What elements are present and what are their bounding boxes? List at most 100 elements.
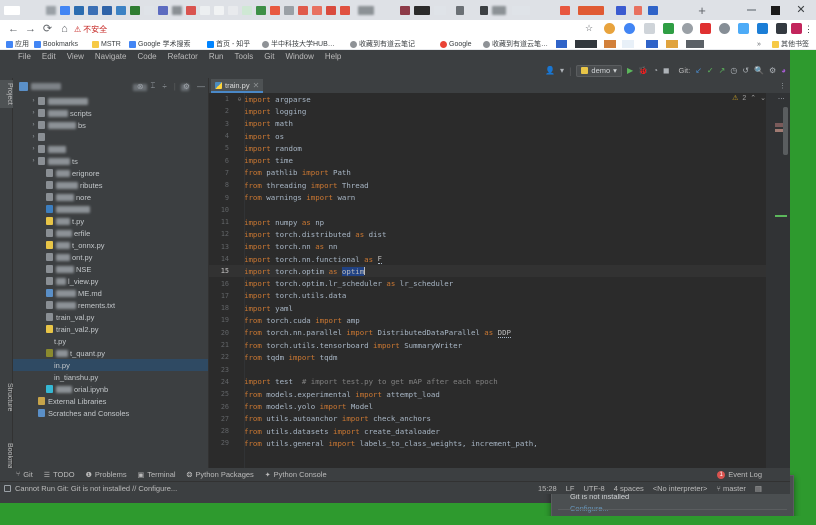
tree-node[interactable]: ›scripts <box>13 107 208 119</box>
code-line[interactable]: 19from torch.cuda import amp <box>209 314 766 326</box>
bookmark-youdao-1[interactable]: 收藏到有道云笔记 <box>350 39 415 49</box>
tree-node[interactable]: ont.py <box>13 251 208 263</box>
status-message-area[interactable]: Cannot Run Git: Git is not installed // … <box>4 482 177 495</box>
browser-tab[interactable] <box>434 6 446 15</box>
sort-icon[interactable]: ÷ <box>162 82 166 91</box>
tree-node[interactable]: train_val2.py <box>13 323 208 335</box>
stop-button[interactable]: ◼ <box>663 63 670 78</box>
browser-tab[interactable] <box>312 6 322 15</box>
code-line[interactable]: 28from utils.datasets import create_data… <box>209 425 766 437</box>
code-line[interactable]: 23 <box>209 364 766 376</box>
browser-tab[interactable] <box>414 6 430 15</box>
menu-help[interactable]: Help <box>325 52 341 61</box>
menu-window[interactable]: Window <box>285 52 313 61</box>
browser-tab[interactable] <box>578 6 604 15</box>
chevron-right-icon[interactable]: › <box>29 158 38 164</box>
chevron-right-icon[interactable]: › <box>29 98 38 104</box>
tree-node[interactable]: ›ts <box>13 155 208 167</box>
tree-node[interactable]: › <box>13 95 208 107</box>
browser-tab[interactable] <box>60 6 70 15</box>
menu-file[interactable]: File <box>18 52 31 61</box>
browser-tab[interactable] <box>456 6 464 15</box>
menu-view[interactable]: View <box>67 52 84 61</box>
chevron-right-icon[interactable]: › <box>29 110 38 116</box>
tool-button-git[interactable]: ⑂Git <box>16 470 33 479</box>
back-button[interactable]: ← <box>6 22 21 36</box>
code-line[interactable]: 8from threading import Thread <box>209 179 766 191</box>
tree-node[interactable]: l_view.py <box>13 275 208 287</box>
menu-git[interactable]: Git <box>264 52 274 61</box>
sidebar-item-structure[interactable]: Structure <box>0 383 13 411</box>
browser-tab[interactable] <box>144 6 154 15</box>
chevron-right-icon[interactable]: › <box>29 122 38 128</box>
tree-node[interactable]: orial.ipynb <box>13 383 208 395</box>
code-line[interactable]: 11import numpy as np <box>209 216 766 228</box>
project-file-tree[interactable]: ››scripts›bs›››tserignoreributesnoret.py… <box>13 95 208 475</box>
extension-icon[interactable] <box>700 23 711 34</box>
tree-node[interactable]: t.py <box>13 215 208 227</box>
browser-tab[interactable] <box>46 6 56 15</box>
browser-tab[interactable] <box>158 6 168 15</box>
browser-tab[interactable] <box>634 6 642 15</box>
browser-tab[interactable] <box>648 6 658 15</box>
event-log-button[interactable]: 1 Event Log <box>717 468 762 481</box>
browser-tab[interactable] <box>560 6 570 15</box>
code-line[interactable]: 9from warnings import warn <box>209 191 766 203</box>
indent-setting[interactable]: 4 spaces <box>614 484 644 493</box>
tree-node[interactable] <box>13 203 208 215</box>
extension-icon[interactable] <box>624 23 635 34</box>
sidebar-item-project[interactable]: Project <box>0 80 13 108</box>
editor-tab-train-py[interactable]: train.py ✕ <box>211 79 263 93</box>
browser-tab[interactable] <box>4 6 20 15</box>
inspection-widget[interactable]: ⚠ 2 ⌃ ⌄ <box>732 94 766 102</box>
reload-button[interactable]: ⟳ <box>40 22 55 36</box>
bookmark-item[interactable] <box>575 40 597 48</box>
tree-node[interactable]: train_val.py <box>13 311 208 323</box>
tree-node[interactable]: in.py <box>13 359 208 371</box>
run-button[interactable]: ▶ <box>627 63 633 78</box>
interpreter-selector[interactable]: <No interpreter> <box>653 484 708 493</box>
browser-tab[interactable] <box>116 6 126 15</box>
bookmark-zhihu[interactable]: 首页 - 知乎 <box>207 39 250 49</box>
browser-tab[interactable] <box>228 6 238 15</box>
tree-node[interactable]: ME.md <box>13 287 208 299</box>
line-separator[interactable]: LF <box>566 484 575 493</box>
bookmark-other-folder[interactable]: 其他书签 <box>772 39 809 49</box>
collapse-all-icon[interactable]: ⊗ <box>137 82 144 91</box>
tree-node[interactable]: t_quant.py <box>13 347 208 359</box>
expand-all-icon[interactable]: ⌶ <box>151 81 156 91</box>
bookmark-item[interactable] <box>686 40 704 48</box>
code-line[interactable]: 18import yaml <box>209 302 766 314</box>
tree-node[interactable]: in_tianshu.py <box>13 371 208 383</box>
code-line[interactable]: 26from models.yolo import Model <box>209 400 766 412</box>
tree-node[interactable]: ributes <box>13 179 208 191</box>
code-line[interactable]: 7from pathlib import Path <box>209 167 766 179</box>
extension-icon[interactable] <box>719 23 730 34</box>
menu-refactor[interactable]: Refactor <box>168 52 198 61</box>
code-line[interactable]: 27from utils.autoanchor import check_anc… <box>209 413 766 425</box>
tree-node[interactable]: ›bs <box>13 119 208 131</box>
browser-tab[interactable] <box>326 6 336 15</box>
bookmark-google-scholar[interactable]: Google 学术搜索 <box>129 39 191 49</box>
search-icon[interactable]: 🔍 <box>754 63 764 78</box>
new-tab-button[interactable]: + <box>694 4 710 18</box>
code-line[interactable]: 29from utils.general import labels_to_cl… <box>209 437 766 449</box>
browser-tab[interactable] <box>480 6 488 15</box>
extension-icon[interactable] <box>682 23 693 34</box>
code-line[interactable]: 10 <box>209 204 766 216</box>
code-line[interactable]: 17import torch.utils.data <box>209 290 766 302</box>
code-line[interactable]: 16import torch.optim.lr_scheduler as lr_… <box>209 277 766 289</box>
browser-tab[interactable] <box>88 6 98 15</box>
hide-panel-icon[interactable]: — <box>197 82 205 91</box>
tree-node[interactable]: erfile <box>13 227 208 239</box>
debug-button[interactable]: 🐞 <box>638 63 648 78</box>
code-line[interactable]: 24import test # import test.py to get mA… <box>209 376 766 388</box>
bookmark-item[interactable] <box>666 40 678 48</box>
editor-tab-overflow-icon[interactable]: ⋮ <box>779 82 786 90</box>
git-update-button[interactable]: ↙ <box>695 63 702 78</box>
browser-tab[interactable] <box>186 6 196 15</box>
more-options-icon[interactable]: ⋮ <box>776 95 784 102</box>
code-line[interactable]: 3import math <box>209 118 766 130</box>
bookmark-youdao-2[interactable]: 收藏到有道云笔… <box>483 39 548 49</box>
browser-minimize-button[interactable] <box>740 3 762 18</box>
